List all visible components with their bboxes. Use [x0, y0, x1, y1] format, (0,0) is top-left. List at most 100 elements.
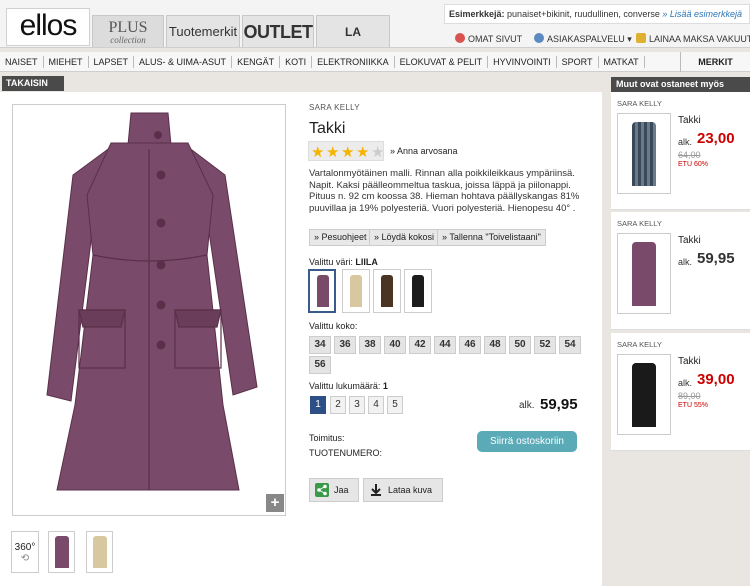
also-bought-item[interactable]: SARA KELLY Takki alk. 59,95 [611, 212, 750, 330]
rate-product-link[interactable]: » Anna arvosana [390, 146, 458, 156]
product-description: Vartalonmyötäinen malli. Rinnan alla poi… [309, 168, 580, 214]
tab-outlet[interactable]: OUTLET [242, 15, 314, 47]
color-swatch-beige[interactable] [342, 269, 370, 313]
qty-label: Valittu lukumäärä: [309, 381, 381, 391]
product-image[interactable] [12, 104, 286, 516]
tab-plus-collection[interactable]: PLUS collection [92, 15, 164, 47]
plaid-coat-image [632, 122, 656, 186]
item-image[interactable] [617, 354, 671, 435]
swatch-lilac-image [317, 275, 329, 307]
item-name: Takki [678, 356, 701, 367]
item-brand: SARA KELLY [617, 340, 662, 349]
size-button-54[interactable]: 54 [559, 336, 581, 354]
wishlist-button[interactable]: » Tallenna "Toivelistaani" [437, 229, 546, 246]
nav-item-merkit[interactable]: MERKIT [680, 52, 750, 72]
star-icon: ★ [356, 144, 370, 161]
share-label: Jaa [334, 485, 349, 495]
item-discount: ETU 55% [678, 402, 708, 409]
find-size-button[interactable]: » Löydä kokosi [369, 229, 440, 246]
color-value: LIILA [355, 257, 378, 267]
info-icon [534, 33, 544, 43]
nav-item-elektroniikka[interactable]: ELEKTRONIIKKA [312, 55, 395, 68]
swatch-brown-image [381, 275, 393, 307]
size-button-40[interactable]: 40 [384, 336, 406, 354]
more-examples-link[interactable]: » Lisää esimerkkejä [662, 9, 742, 19]
item-old-price: 64,00 [678, 150, 701, 160]
item-image[interactable] [617, 233, 671, 314]
nav-item-lapset[interactable]: LAPSET [89, 55, 135, 68]
add-to-cart-button[interactable]: Siirrä ostoskoriin [477, 431, 577, 452]
item-price: 23,00 [697, 130, 735, 147]
search-examples[interactable]: Esimerkkejä: punaiset+bikinit, ruudullin… [444, 4, 750, 24]
share-icon [315, 483, 329, 497]
size-button-48[interactable]: 48 [484, 336, 506, 354]
qty-option-4[interactable]: 4 [368, 396, 384, 414]
rating-stars: ★ ★ ★ ★ ★ [308, 141, 384, 161]
size-button-46[interactable]: 46 [459, 336, 481, 354]
thumb-beige-coat[interactable] [86, 531, 113, 573]
star-icon: ★ [341, 144, 355, 161]
tab-plus-sublabel: collection [110, 35, 146, 45]
color-label-row: Valittu väri: LIILA [309, 257, 378, 267]
size-button-44[interactable]: 44 [434, 336, 456, 354]
nav-item-alus-uima[interactable]: ALUS- & UIMA-ASUT [134, 55, 233, 68]
nav-item-hyvinvointi[interactable]: HYVINVOINTI [488, 55, 557, 68]
color-swatch-lilac[interactable] [308, 269, 336, 313]
zoom-plus-button[interactable]: + [266, 494, 284, 512]
size-button-36[interactable]: 36 [334, 336, 356, 354]
back-button[interactable]: TAKAISIN [2, 76, 64, 91]
ellos-logo[interactable]: ellos [6, 8, 90, 46]
care-instructions-button[interactable]: » Pesuohjeet [309, 229, 372, 246]
product-title: Takki [309, 120, 346, 137]
main-nav: NAISET MIEHET LAPSET ALUS- & UIMA-ASUT K… [0, 52, 750, 72]
rotate-icon: ⟲ [20, 553, 30, 564]
size-button-38[interactable]: 38 [359, 336, 381, 354]
omat-sivut-link[interactable]: OMAT SIVUT [455, 33, 522, 44]
star-icon: ★ [326, 144, 340, 161]
item-old-price: 89,00 [678, 391, 701, 401]
nav-item-miehet[interactable]: MIEHET [44, 55, 89, 68]
color-swatch-brown[interactable] [373, 269, 401, 313]
star-icon: ★ [311, 144, 325, 161]
size-button-56[interactable]: 56 [309, 356, 331, 374]
item-name: Takki [678, 235, 701, 246]
delivery-label: Toimitus: [309, 433, 345, 443]
tab-tuotemerkit[interactable]: Tuotemerkit [166, 15, 240, 47]
swatch-black-image [412, 275, 424, 307]
asiakaspalvelu-link[interactable]: ASIAKASPALVELU ▾ [534, 33, 632, 45]
also-bought-item[interactable]: SARA KELLY Takki alk. 23,00 64,00 ETU 60… [611, 92, 750, 210]
share-button[interactable]: Jaa [309, 478, 359, 502]
qty-option-1[interactable]: 1 [310, 396, 326, 414]
nav-item-naiset[interactable]: NAISET [0, 55, 44, 68]
nav-item-kengat[interactable]: KENGÄT [232, 55, 281, 68]
nav-item-elokuvat[interactable]: ELOKUVAT & PELIT [395, 55, 489, 68]
size-label: Valittu koko: [309, 321, 358, 331]
thumb-lilac-coat[interactable] [48, 531, 75, 573]
qty-option-5[interactable]: 5 [387, 396, 403, 414]
download-image-button[interactable]: Lataa kuva [363, 478, 443, 502]
size-button-50[interactable]: 50 [509, 336, 531, 354]
black-coat-image [632, 363, 656, 427]
qty-option-3[interactable]: 3 [349, 396, 365, 414]
color-swatch-black[interactable] [404, 269, 432, 313]
size-button-42[interactable]: 42 [409, 336, 431, 354]
also-bought-heading: Muut ovat ostaneet myös [611, 77, 750, 92]
qty-value: 1 [382, 381, 388, 391]
nav-item-sport[interactable]: SPORT [557, 55, 599, 68]
qty-option-2[interactable]: 2 [330, 396, 346, 414]
lainaa-label: LAINAA MAKSA VAKUUTA [649, 34, 750, 44]
price-prefix: alk. [519, 400, 535, 411]
search-examples-label: Esimerkkejä: [449, 9, 505, 19]
size-button-52[interactable]: 52 [534, 336, 556, 354]
qty-label-row: Valittu lukumäärä: 1 [309, 381, 388, 391]
tab-la-redoute[interactable]: LA REDOUTE [316, 15, 390, 71]
heart-icon [455, 33, 465, 43]
item-image[interactable] [617, 113, 671, 194]
thumb-360[interactable]: 360° ⟲ [11, 531, 39, 573]
product-brand[interactable]: SARA KELLY [309, 103, 360, 112]
size-button-34[interactable]: 34 [309, 336, 331, 354]
lainaa-link[interactable]: LAINAA MAKSA VAKUUTA [636, 33, 750, 44]
nav-item-matkat[interactable]: MATKAT [599, 55, 645, 68]
nav-item-koti[interactable]: KOTI [280, 55, 313, 68]
also-bought-item[interactable]: SARA KELLY Takki alk. 39,00 89,00 ETU 55… [611, 333, 750, 451]
